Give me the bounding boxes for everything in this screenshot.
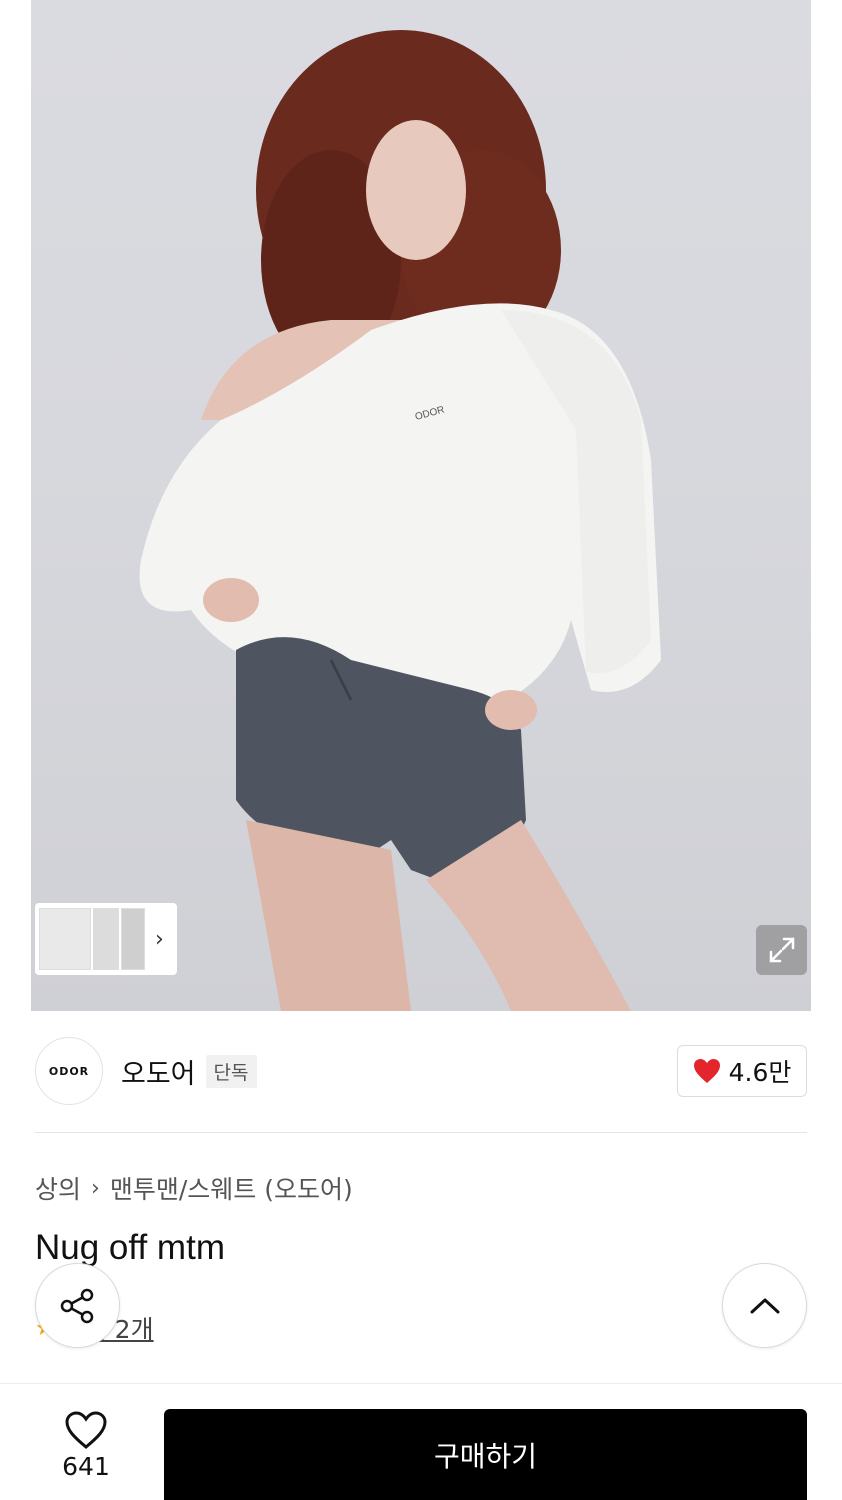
breadcrumb-category[interactable]: 상의: [35, 1170, 81, 1206]
expand-icon: [769, 937, 794, 963]
brand-name[interactable]: 오도어: [121, 1052, 196, 1091]
heart-icon: [65, 1411, 107, 1449]
product-photo[interactable]: ODOR: [31, 0, 811, 1011]
share-icon: [60, 1288, 93, 1323]
brand-like-button[interactable]: 4.6만: [677, 1045, 807, 1097]
buy-button[interactable]: 구매하기: [164, 1409, 807, 1500]
exclusive-badge: 단독: [205, 1054, 257, 1088]
brand-logo[interactable]: ODOR: [35, 1037, 103, 1105]
thumbnail-3[interactable]: [121, 908, 145, 970]
brand-row: ODOR 오도어 단독 4.6만: [35, 1037, 807, 1105]
breadcrumb-subcategory[interactable]: 맨투맨/스웨트 (오도어): [110, 1170, 353, 1206]
brand-like-count: 4.6만: [728, 1058, 792, 1087]
footer-divider: [0, 1383, 842, 1384]
thumbnail-2[interactable]: [93, 908, 119, 970]
wishlist-button[interactable]: 641: [52, 1410, 120, 1481]
model-illustration: ODOR: [139, 30, 662, 1011]
thumbnail-1[interactable]: [39, 908, 91, 970]
product-title: Nug off mtm: [35, 1228, 225, 1267]
product-gallery[interactable]: ODOR ›: [0, 0, 842, 1011]
chevron-right-icon: ›: [91, 1175, 100, 1201]
expand-button[interactable]: [756, 925, 807, 975]
chevron-right-icon[interactable]: ›: [155, 927, 164, 952]
divider: [35, 1132, 807, 1133]
heart-filled-icon: [693, 1059, 720, 1083]
wishlist-count: 641: [62, 1452, 110, 1481]
thumbnail-strip[interactable]: ›: [35, 903, 177, 975]
scroll-top-button[interactable]: [722, 1263, 807, 1348]
breadcrumb: 상의 › 맨투맨/스웨트 (오도어): [35, 1170, 353, 1206]
share-button[interactable]: [35, 1263, 120, 1348]
chevron-up-icon: [750, 1298, 779, 1313]
